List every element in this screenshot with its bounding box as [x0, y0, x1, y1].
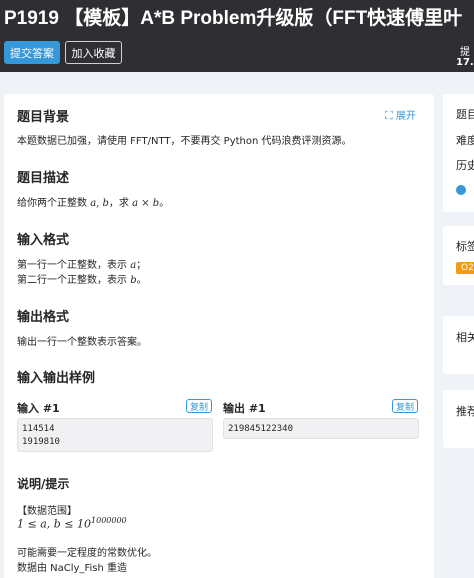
samples-heading: 输入输出样例	[17, 371, 96, 386]
input-sample-line: 114514	[22, 424, 55, 434]
input-sample-box[interactable]: 114514 1919810	[17, 418, 213, 452]
input-format-heading: 输入格式	[17, 233, 70, 248]
sidebar-recommend-card: 推荐	[443, 390, 474, 448]
hint-line1: 可能需要一定程度的常数优化。	[17, 548, 157, 559]
page-title: P1919 【模板】A*B Problem升级版（FFT快速傅里叶	[4, 8, 463, 29]
sidebar-difficulty-label: 难度	[456, 134, 474, 147]
submit-button[interactable]: 提交答案	[4, 41, 60, 64]
add-favorite-button[interactable]: 加入收藏	[65, 41, 122, 64]
input-format-line2: 第二行一个正整数，表示 b。	[17, 275, 147, 286]
hint-line2: 数据由 NaCly_Fish 重造	[17, 563, 127, 574]
copy-output-button[interactable]: 复制	[392, 399, 418, 413]
data-range-label: 【数据范围】	[17, 506, 77, 517]
header-stat-label: 提	[460, 47, 470, 58]
output-sample-box[interactable]: 219845122340	[223, 418, 419, 439]
input-sample-line: 1919810	[22, 437, 60, 447]
copy-input-button[interactable]: 复制	[186, 399, 212, 413]
sidebar-recommend-label: 推荐	[456, 405, 474, 418]
input-sample-label: 输入 #1	[17, 402, 60, 415]
background-heading: 题目背景	[17, 110, 70, 125]
sidebar-info-label: 题目	[456, 108, 474, 121]
output-format-text: 输出一行一个整数表示答案。	[17, 337, 147, 348]
input-format-line1: 第一行一个正整数，表示 a；	[17, 260, 147, 271]
problem-content-card: 题目背景 ⛶ 展开 本题数据已加强，请使用 FFT/NTT，不要再交 Pytho…	[4, 94, 434, 578]
background-text: 本题数据已加强，请使用 FFT/NTT，不要再交 Python 代码浪费评测资源…	[17, 136, 352, 147]
data-range-formula: 1 ≤ a, b ≤ 101000000	[17, 516, 127, 531]
expand-icon: ⛶	[385, 109, 393, 122]
expand-label: 展开	[395, 111, 416, 122]
sidebar-tags-card: 标签 O2	[443, 226, 474, 285]
sidebar-related-card: 相关	[443, 316, 474, 374]
header-stat-value: 17.0	[456, 57, 474, 68]
description-text: 给你两个正整数 a, b，求 a × b。	[17, 198, 170, 209]
sidebar-related-label: 相关	[456, 331, 474, 344]
output-format-heading: 输出格式	[17, 310, 70, 325]
problem-header: P1919 【模板】A*B Problem升级版（FFT快速傅里叶 提交答案 加…	[0, 0, 474, 72]
tag-badge[interactable]: O2	[456, 262, 474, 274]
description-heading: 题目描述	[17, 171, 70, 186]
expand-button[interactable]: ⛶ 展开	[385, 107, 416, 123]
output-sample-label: 输出 #1	[223, 402, 266, 415]
pie-chart-icon[interactable]	[456, 185, 466, 195]
output-sample-line: 219845122340	[228, 424, 294, 434]
sidebar-info-card: 题目 难度 历史	[443, 94, 474, 212]
sidebar-tags-label: 标签	[456, 240, 474, 253]
sidebar-history-label: 历史	[456, 159, 474, 172]
hint-heading: 说明/提示	[17, 477, 70, 491]
